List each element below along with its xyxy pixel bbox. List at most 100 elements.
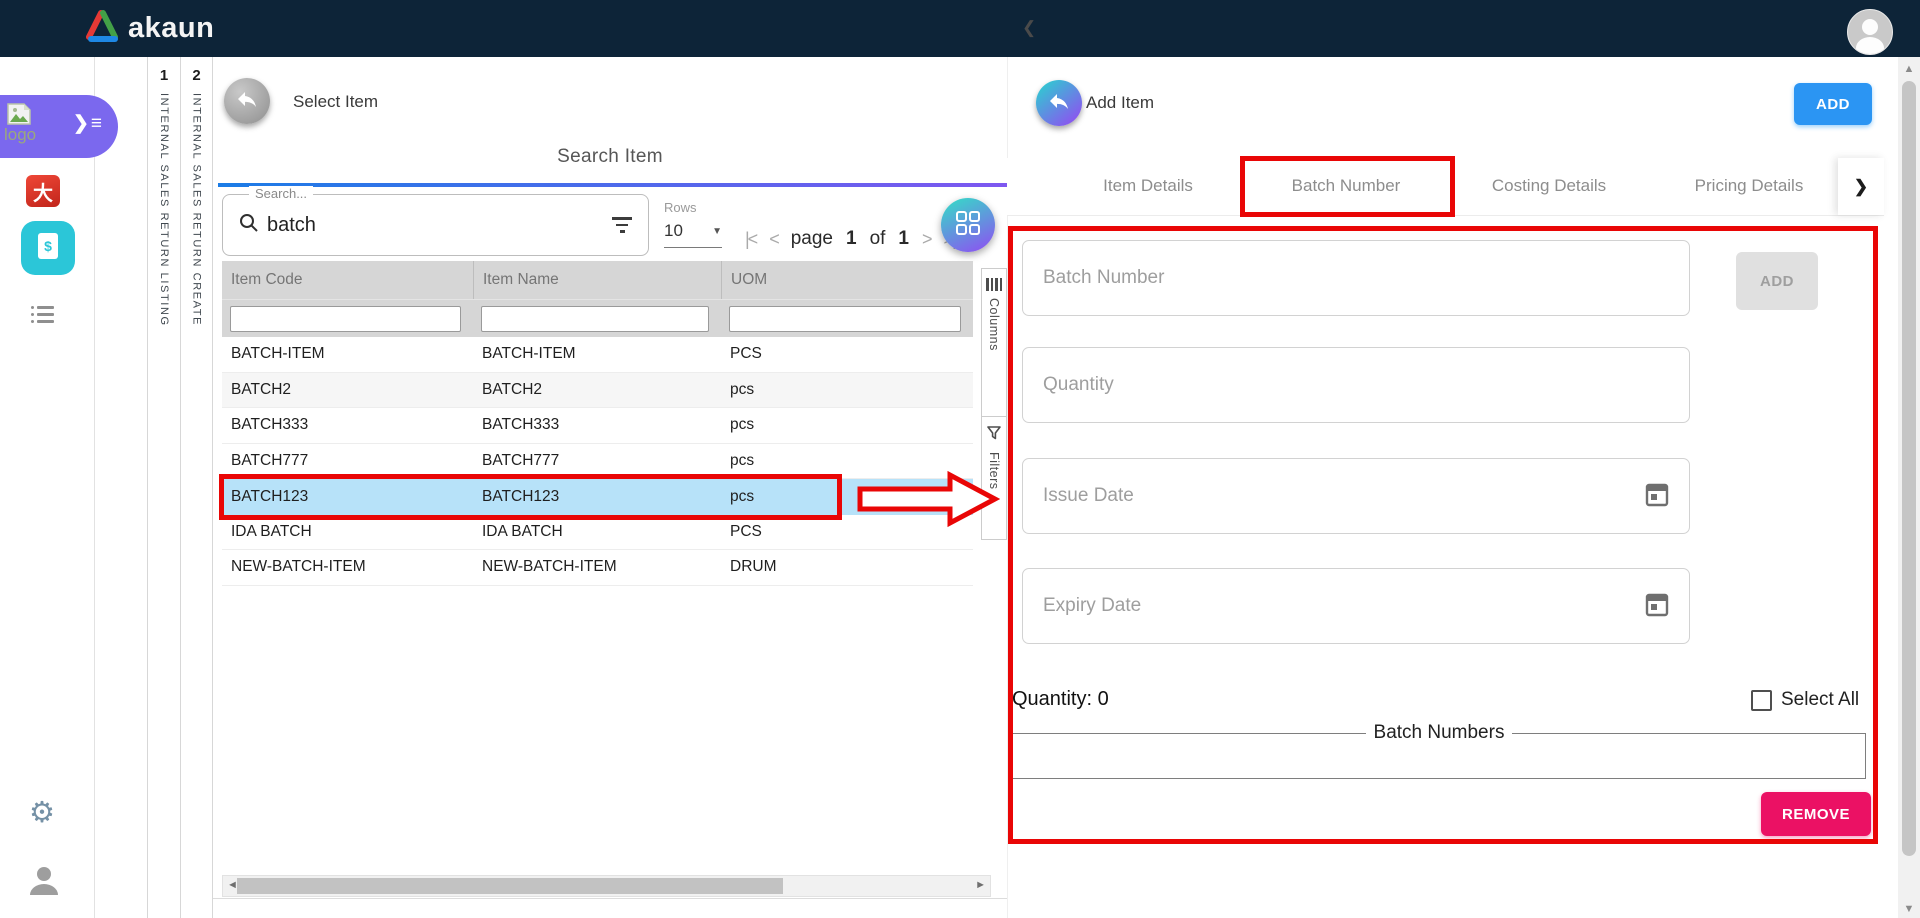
table-row[interactable]: BATCH777 BATCH777 pcs [222, 444, 973, 480]
search-item-heading: Search Item [213, 146, 1007, 168]
column-header-item-name[interactable]: Item Name [473, 261, 721, 299]
app-root: akaun logo ❯≡ [0, 0, 1920, 918]
search-icon [239, 213, 259, 238]
workspace-tab-number: 1 [160, 67, 168, 84]
quantity-input[interactable] [1043, 374, 1669, 396]
rows-label: Rows [664, 200, 722, 215]
rows-value: 10 [664, 221, 683, 241]
batch-number-field [1022, 240, 1690, 316]
filter-input-uom[interactable] [729, 306, 961, 332]
select-all-label: Select All [1781, 689, 1859, 711]
batch-numbers-fieldset: Batch Numbers [1012, 722, 1866, 779]
columns-icon [986, 278, 1002, 291]
issue-date-field [1022, 458, 1690, 534]
current-page-number: 1 [846, 228, 857, 250]
vertical-scroll-thumb[interactable] [1902, 81, 1916, 856]
workspace-tab-number: 2 [192, 67, 200, 84]
sidebar-item-sales-doc[interactable]: $ [21, 221, 75, 275]
red-app-glyph: 大 [33, 177, 53, 206]
table-filters-tab[interactable]: Filters [981, 416, 1007, 540]
chevron-right-icon: ❯ [1854, 177, 1868, 197]
calendar-icon[interactable] [1645, 481, 1669, 512]
tab-pricing-details[interactable]: Pricing Details [1695, 176, 1804, 196]
table-row[interactable]: NEW-BATCH-ITEM NEW-BATCH-ITEM DRUM [222, 550, 973, 586]
search-box: Search... [222, 194, 649, 256]
search-box-label: Search... [249, 186, 313, 201]
brand-name: akaun [128, 12, 214, 45]
select-item-back-button[interactable] [224, 78, 270, 124]
batch-number-input[interactable] [1043, 267, 1669, 289]
items-table: Item Code Item Name UOM BATCH-ITEM BATCH… [222, 261, 973, 586]
first-page-button[interactable]: |< [745, 229, 756, 250]
filter-input-item-name[interactable] [481, 306, 709, 332]
table-row[interactable]: BATCH-ITEM BATCH-ITEM PCS [222, 337, 973, 373]
select-all-control: Select All [1751, 689, 1859, 711]
quantity-field [1022, 347, 1690, 423]
batch-add-button-disabled[interactable]: ADD [1736, 252, 1818, 310]
add-item-back-button[interactable] [1036, 80, 1082, 126]
profile-person-icon[interactable] [27, 863, 61, 902]
filters-tab-label: Filters [987, 452, 1001, 490]
user-avatar[interactable] [1847, 9, 1893, 55]
pagination: |< < page 1 of 1 > >| [745, 228, 955, 250]
panel-vertical-scrollbar[interactable]: ▲ ▼ [1898, 57, 1920, 918]
column-header-uom[interactable]: UOM [721, 261, 973, 299]
sidebar-item-listing[interactable] [31, 306, 54, 323]
back-arrow-icon [235, 87, 259, 116]
search-input[interactable] [267, 214, 567, 237]
table-row[interactable]: IDA BATCH IDA BATCH PCS [222, 515, 973, 551]
tab-costing-details[interactable]: Costing Details [1492, 176, 1606, 196]
logo-alt-text: logo [4, 125, 36, 145]
app-sidebar: logo ❯≡ 大 $ ⚙ [0, 57, 95, 918]
scroll-right-icon[interactable]: ► [975, 879, 986, 891]
table-row-selected[interactable]: BATCH123 BATCH123 pcs [222, 479, 973, 515]
total-pages-number: 1 [898, 228, 909, 250]
workspace-tab-create[interactable]: 2 INTERNAL SALES RETURN CREATE [180, 57, 213, 918]
remove-button[interactable]: REMOVE [1761, 792, 1871, 836]
grid-view-button[interactable] [941, 198, 995, 252]
workspace-tab-label: INTERNAL SALES RETURN CREATE [191, 93, 203, 326]
gradient-divider [218, 183, 1007, 187]
sidebar-collapse-icon[interactable]: ❯≡ [73, 112, 102, 135]
funnel-icon [987, 426, 1001, 445]
grid-icon [955, 210, 981, 241]
tabs-scroll-right-button[interactable]: ❯ [1838, 158, 1884, 215]
invoice-dollar-icon: $ [35, 231, 61, 266]
workspace-tab-listing[interactable]: 1 INTERNAL SALES RETURN LISTING [147, 57, 180, 918]
scroll-up-icon[interactable]: ▲ [1898, 63, 1920, 75]
table-header-row: Item Code Item Name UOM [222, 261, 973, 299]
column-header-item-code[interactable]: Item Code [222, 271, 473, 289]
brand-triangle-icon [84, 9, 120, 48]
table-columns-tab[interactable]: Columns [981, 268, 1007, 416]
brand-logo: akaun [84, 0, 214, 57]
calendar-icon[interactable] [1645, 591, 1669, 622]
workspace-tab-label: INTERNAL SALES RETURN LISTING [158, 93, 170, 327]
batch-numbers-legend: Batch Numbers [1366, 722, 1513, 744]
top-navbar: akaun [0, 0, 1920, 57]
table-horizontal-scrollbar[interactable]: ◄ ► [222, 875, 991, 897]
add-item-title: Add Item [1086, 93, 1154, 113]
select-all-checkbox[interactable] [1751, 690, 1772, 711]
settings-gear-icon[interactable]: ⚙ [29, 799, 55, 828]
select-item-title: Select Item [293, 92, 378, 112]
svg-text:$: $ [44, 238, 52, 254]
back-arrow-icon [1047, 89, 1071, 118]
table-row[interactable]: BATCH2 BATCH2 pcs [222, 373, 973, 409]
tenant-logo-pill[interactable]: logo ❯≡ [0, 95, 118, 158]
rows-per-page-select[interactable]: 10 ▼ [664, 221, 722, 248]
issue-date-input[interactable] [1043, 485, 1635, 507]
expiry-date-input[interactable] [1043, 595, 1635, 617]
sidebar-item-red-app[interactable]: 大 [26, 175, 60, 207]
tab-item-details[interactable]: Item Details [1103, 176, 1193, 196]
tab-batch-number[interactable]: Batch Number [1292, 176, 1401, 196]
filter-input-item-code[interactable] [230, 306, 461, 332]
next-page-button[interactable]: > [922, 229, 931, 250]
prev-page-button[interactable]: < [769, 229, 778, 250]
horizontal-scroll-thumb[interactable] [237, 878, 783, 894]
columns-tab-label: Columns [987, 298, 1001, 351]
table-row[interactable]: BATCH333 BATCH333 pcs [222, 408, 973, 444]
filter-list-icon[interactable] [612, 217, 632, 233]
scroll-down-icon[interactable]: ▼ [1898, 903, 1920, 915]
tabs-scroll-left-button[interactable]: ❮ [1022, 18, 1036, 38]
add-item-submit-button[interactable]: ADD [1794, 83, 1872, 125]
